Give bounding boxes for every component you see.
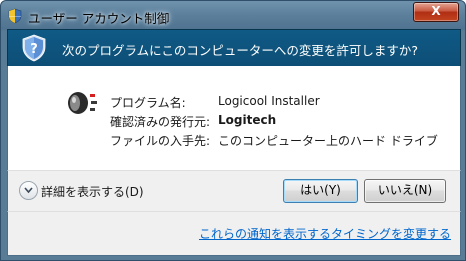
button-bar: 詳細を表示する(D) はい(Y) いいえ(N) [7,170,461,211]
yes-button[interactable]: はい(Y) [283,179,358,203]
window-title: ユーザー アカウント制御 [28,11,170,26]
notification-settings-link[interactable]: これらの通知を表示するタイミングを変更する [199,225,451,242]
question-banner: ? 次のプログラムにこのコンピューターへの変更を許可しますか? [7,29,461,67]
publisher-value: Logitech [218,113,277,127]
no-button[interactable]: いいえ(N) [364,179,446,203]
file-origin-label: ファイルの入手先: [110,134,211,148]
uac-dialog: ユーザー アカウント制御 X ? 次のプログラムにこのコンピューターへの変更を許… [0,0,466,261]
notification-settings-bar: これらの通知を表示するタイミングを変更する [7,211,461,256]
close-button[interactable]: X [413,2,459,22]
header-question: 次のプログラムにこのコンピューターへの変更を許可しますか? [62,43,419,58]
publisher-label: 確認済みの発行元: [110,115,211,129]
close-icon: X [431,4,441,18]
program-name-value: Logicool Installer [218,94,320,108]
title-bar[interactable]: ユーザー アカウント制御 X [1,1,465,31]
uac-shield-icon [8,8,22,24]
chevron-down-icon [24,187,33,194]
program-info: プログラム名: Logicool Installer 確認済みの発行元: Log… [7,66,461,170]
svg-text:?: ? [30,42,38,57]
expand-button[interactable] [19,181,38,200]
file-origin-value: このコンピューター上のハード ドライブ [218,134,438,148]
logitech-installer-icon [68,92,97,114]
show-details-label: 詳細を表示する(D) [41,185,144,199]
uac-shield-icon: ? [22,34,46,62]
program-name-label: プログラム名: [110,96,186,110]
